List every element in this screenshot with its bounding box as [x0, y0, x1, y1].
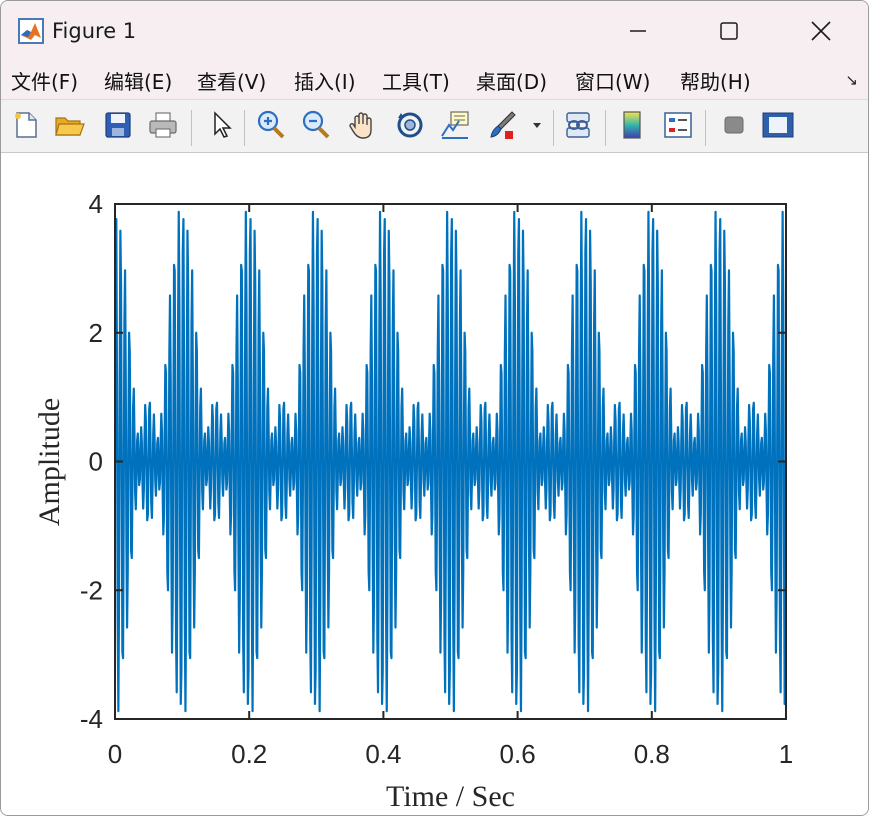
print-button[interactable]: [146, 108, 180, 142]
hide-plot-tools-icon: [724, 116, 744, 134]
x-tick-label: 0: [108, 739, 122, 769]
y-tick-label: 0: [89, 447, 103, 477]
x-tick-label: 0.6: [500, 739, 536, 769]
colorbar-icon: [623, 111, 641, 139]
colorbar-button[interactable]: [615, 108, 649, 142]
rotate-3d-icon: [397, 112, 423, 138]
rotate-3d-button[interactable]: [393, 108, 427, 142]
y-tick-label: -2: [80, 575, 103, 605]
y-tick-label: 4: [89, 189, 103, 219]
zoom-out-button[interactable]: [299, 108, 333, 142]
brush-icon: [490, 111, 516, 139]
toolbar-separator: [553, 110, 554, 146]
menu-help[interactable]: 帮助(H): [680, 66, 751, 95]
hide-plot-tools-button[interactable]: [717, 108, 751, 142]
pointer-arrow-icon: [214, 111, 232, 138]
edit-plot-button[interactable]: [204, 108, 238, 142]
matlab-logo-icon: [18, 18, 44, 44]
toolbar-separator: [191, 110, 192, 146]
plot-area[interactable]: 0 0.2 0.4 0.6 0.8 1 4 2 0 -2 -4 Time / Sec Amplitu…: [1, 153, 868, 815]
x-tick-label: 1: [779, 739, 793, 769]
toolbar-separator: [705, 110, 706, 146]
menu-bar: 文件(F) 编辑(E) 查看(V) 插入(I) 工具(T) 桌面(D) 窗口(W…: [1, 61, 868, 100]
zoom-in-button[interactable]: [254, 108, 288, 142]
menu-file[interactable]: 文件(F): [11, 66, 78, 95]
legend-button[interactable]: [661, 108, 695, 142]
printer-icon: [149, 112, 177, 138]
maximize-button[interactable]: [689, 1, 769, 61]
pan-hand-icon: [349, 112, 372, 139]
x-axis-label: Time / Sec: [386, 780, 515, 813]
new-document-icon: [15, 112, 37, 138]
toolbar-separator: [244, 110, 245, 146]
signal-line: [115, 210, 786, 713]
data-cursor-icon: [441, 111, 469, 139]
link-plot-icon: [566, 112, 590, 138]
data-cursor-button[interactable]: [438, 108, 472, 142]
link-plot-button[interactable]: [561, 108, 595, 142]
save-button[interactable]: [101, 108, 135, 142]
legend-icon: [664, 112, 692, 138]
open-file-button[interactable]: [53, 108, 87, 142]
window-title: Figure 1: [52, 19, 137, 43]
menu-insert[interactable]: 插入(I): [294, 66, 356, 95]
line-chart[interactable]: 0 0.2 0.4 0.6 0.8 1 4 2 0 -2 -4 Time / Sec Amplitu…: [1, 153, 868, 815]
menu-view[interactable]: 查看(V): [197, 66, 266, 95]
menu-edit[interactable]: 编辑(E): [104, 66, 172, 95]
zoom-in-icon: [257, 110, 285, 139]
dock-figure-icon[interactable]: ↘: [845, 71, 858, 89]
show-plot-tools-button[interactable]: [761, 108, 795, 142]
figure-window: Figure 1 文件(F) 编辑(E) 查看(V) 插入(I) 工具(T) 桌…: [0, 0, 869, 816]
menu-tools[interactable]: 工具(T): [382, 66, 450, 95]
save-disk-icon: [105, 112, 131, 138]
y-tick-label: 2: [89, 318, 103, 348]
pan-button[interactable]: [346, 108, 380, 142]
menu-desktop[interactable]: 桌面(D): [476, 66, 547, 95]
figure-toolbar: [1, 100, 868, 153]
brush-dropdown[interactable]: [527, 108, 547, 142]
x-tick-label: 0.4: [365, 739, 401, 769]
x-tick-label: 0.2: [231, 739, 267, 769]
show-plot-tools-icon: [762, 112, 794, 138]
title-bar[interactable]: Figure 1: [1, 1, 868, 61]
toolbar-separator: [605, 110, 606, 146]
close-button[interactable]: [781, 1, 861, 61]
zoom-out-icon: [302, 110, 330, 139]
open-folder-icon: [55, 117, 85, 136]
minimize-icon: [630, 30, 646, 32]
maximize-icon: [720, 22, 738, 40]
menu-window[interactable]: 窗口(W): [575, 66, 650, 95]
minimize-button[interactable]: [598, 1, 678, 61]
y-tick-label: -4: [80, 704, 103, 734]
y-axis-label: Amplitude: [33, 398, 66, 526]
dropdown-arrow-icon: [533, 123, 541, 128]
x-tick-label: 0.8: [634, 739, 670, 769]
brush-button[interactable]: [485, 108, 519, 142]
close-icon: [811, 21, 831, 41]
new-figure-button[interactable]: [9, 108, 43, 142]
